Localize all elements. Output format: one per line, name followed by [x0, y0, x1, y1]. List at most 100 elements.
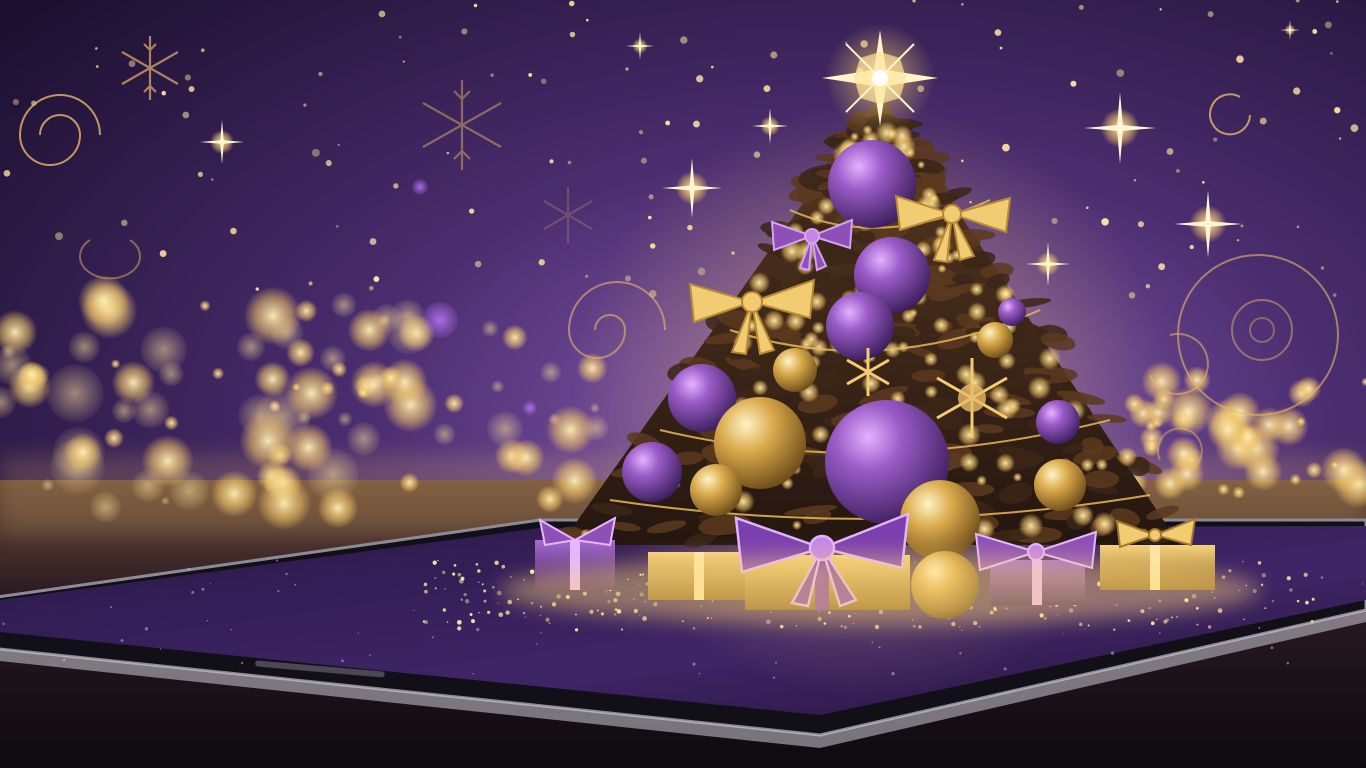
bokeh-light: [638, 130, 644, 135]
bokeh-light: [3, 169, 11, 177]
bokeh-light: [121, 219, 128, 227]
glitter-dot: [1171, 616, 1173, 619]
tree-light: [1038, 347, 1061, 370]
tree-light: [932, 316, 950, 334]
glitter-dot: [1261, 573, 1266, 578]
bokeh-light: [1232, 486, 1246, 499]
glitter-dot: [487, 610, 491, 614]
bokeh-light: [1320, 446, 1366, 493]
bokeh-light: [399, 472, 420, 493]
glitter-dot: [1084, 628, 1086, 630]
bokeh-light: [1350, 124, 1359, 132]
bokeh-light: [131, 390, 170, 429]
glitter-dot: [524, 616, 527, 618]
glitter-dot: [464, 599, 470, 604]
glitter-dot: [540, 605, 543, 608]
bokeh-light: [569, 31, 576, 38]
bokeh-light: [1236, 55, 1244, 63]
glitter-dot: [545, 617, 550, 622]
bokeh-light: [303, 103, 307, 107]
bokeh-light: [378, 10, 386, 18]
bokeh-light: [236, 332, 266, 362]
tree-light: [924, 385, 938, 399]
glitter-dot: [357, 632, 359, 634]
bokeh-light: [538, 259, 545, 266]
glitter-dot: [471, 619, 475, 624]
glitter-dot: [1242, 618, 1245, 621]
bokeh-light: [46, 364, 104, 423]
bokeh-light: [1166, 148, 1174, 155]
tree-light: [967, 302, 987, 322]
glitter-dot: [62, 658, 66, 662]
bokeh-light: [319, 345, 346, 372]
bokeh-light: [95, 65, 99, 68]
bokeh-light: [398, 35, 402, 39]
glitter-dot: [1127, 619, 1131, 622]
bokeh-light: [490, 73, 494, 77]
glitter-dot: [432, 560, 437, 565]
glitter-dot: [1296, 599, 1300, 603]
glitter-dot: [431, 636, 434, 639]
glitter-dot: [1362, 583, 1364, 585]
bokeh-light: [1289, 473, 1302, 486]
glitter-dot: [460, 576, 465, 581]
glitter-dot: [1303, 572, 1308, 577]
glitter-dot: [1110, 651, 1115, 655]
glitter-dot: [1150, 621, 1155, 626]
bokeh-light: [356, 386, 370, 399]
bokeh-light: [1240, 224, 1244, 228]
glitter-dot: [444, 588, 446, 590]
bokeh-light: [710, 65, 714, 69]
glitter-dot: [548, 622, 551, 625]
bokeh-light: [317, 487, 359, 529]
bokeh-light: [347, 308, 392, 352]
tree-light: [850, 132, 860, 141]
bokeh-light: [994, 29, 1002, 36]
bokeh-light: [161, 90, 167, 96]
bokeh-light: [197, 171, 203, 177]
glitter-dot: [413, 609, 415, 612]
bokeh-light: [422, 302, 458, 338]
bokeh-light: [1176, 168, 1180, 173]
glitter-dot: [1271, 599, 1275, 603]
bokeh-light: [255, 287, 259, 291]
glitter-dot: [523, 612, 526, 615]
bokeh-light: [308, 281, 313, 286]
bokeh-light: [625, 67, 629, 71]
bokeh-light: [369, 285, 374, 291]
tree-light: [957, 423, 981, 447]
glitter-dot: [492, 586, 495, 589]
glitter-dot: [1207, 625, 1212, 629]
glitter-dot: [206, 619, 209, 622]
scene: [0, 0, 1366, 768]
glitter-dot: [452, 572, 456, 576]
bokeh-light: [1334, 107, 1341, 114]
glitter-dot: [277, 589, 280, 593]
bokeh-light: [128, 60, 136, 68]
bokeh-light: [41, 478, 54, 492]
glitter-dot: [120, 639, 124, 643]
glitter-dot: [1260, 583, 1264, 587]
bokeh-light: [1217, 483, 1230, 496]
glitter-dot: [209, 583, 212, 585]
glitter-dot: [456, 619, 462, 625]
glitter-dot: [422, 620, 426, 623]
bokeh-light: [999, 46, 1003, 50]
bokeh-light: [501, 324, 528, 351]
glitter-dot: [1156, 618, 1158, 621]
bokeh-light: [461, 28, 468, 35]
glitter-dot: [1196, 623, 1199, 626]
glitter-dot: [620, 628, 624, 631]
bokeh-light: [263, 465, 295, 497]
bokeh-light: [507, 438, 545, 477]
glitter-dot: [457, 572, 462, 577]
bokeh-light: [331, 292, 357, 318]
glitter-dot: [1291, 626, 1294, 628]
bokeh-light: [161, 496, 170, 506]
glitter-dot: [1286, 576, 1291, 581]
bokeh-light: [540, 361, 562, 383]
glitter-dot: [434, 577, 437, 580]
bokeh-light: [1201, 180, 1205, 184]
tree-light: [937, 264, 947, 273]
glitter-dot: [424, 589, 428, 594]
